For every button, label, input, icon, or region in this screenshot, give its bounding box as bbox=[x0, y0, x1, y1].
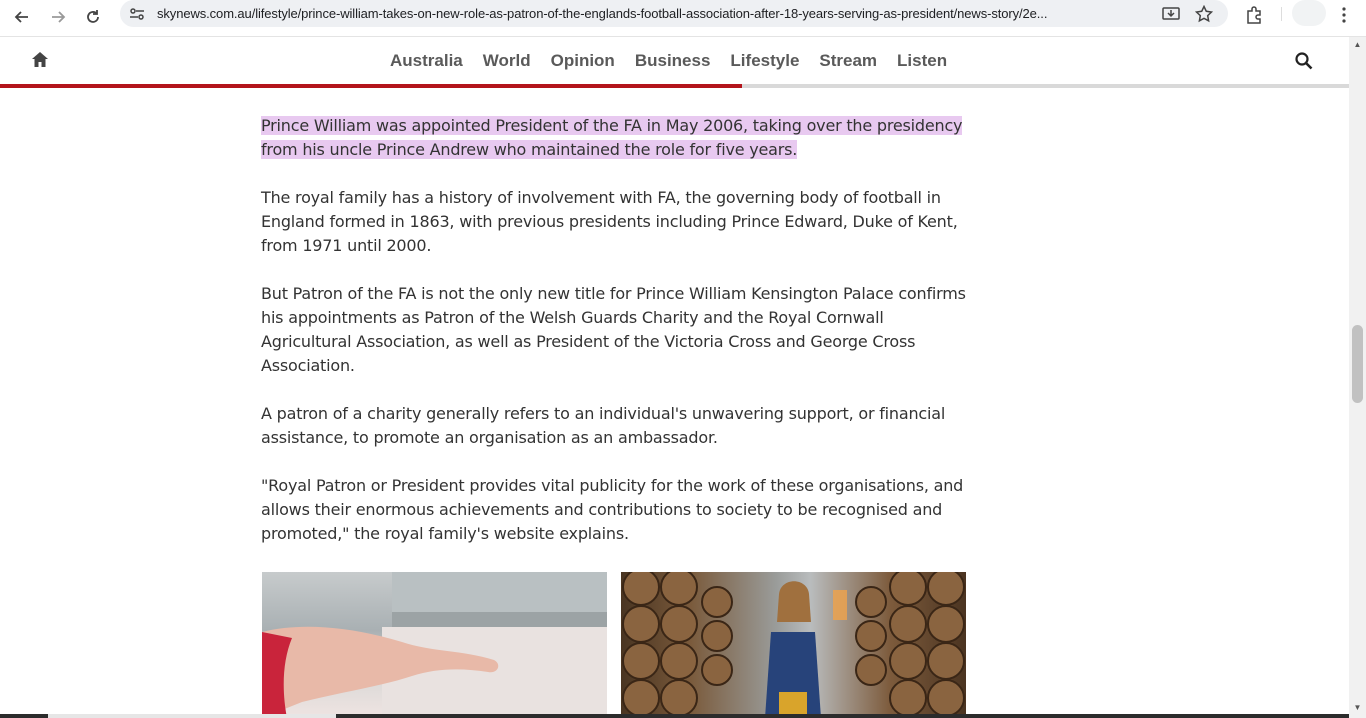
bookmark-star-icon[interactable] bbox=[1193, 3, 1215, 25]
promo-image-row bbox=[262, 572, 966, 718]
site-settings-icon[interactable] bbox=[128, 5, 146, 23]
reading-progress-bar bbox=[0, 84, 1349, 88]
article-paragraph: But Patron of the FA is not the only new… bbox=[261, 284, 966, 375]
nav-stream[interactable]: Stream bbox=[819, 51, 877, 71]
nav-opinion[interactable]: Opinion bbox=[551, 51, 615, 71]
highlighted-text: Prince William was appointed President o… bbox=[261, 116, 963, 159]
extensions-icon[interactable] bbox=[1241, 3, 1267, 27]
promo-image-wine-cellar[interactable] bbox=[621, 572, 966, 718]
search-icon[interactable] bbox=[1294, 51, 1314, 71]
article-body: Prince William was appointed President o… bbox=[261, 114, 967, 570]
nav-lifestyle[interactable]: Lifestyle bbox=[730, 51, 799, 71]
address-bar[interactable]: skynews.com.au/lifestyle/prince-william-… bbox=[120, 0, 1228, 27]
page-scrollbar[interactable]: ▲ ▼ bbox=[1349, 37, 1366, 718]
reload-icon[interactable] bbox=[79, 3, 107, 31]
reading-progress-fill bbox=[0, 84, 742, 88]
nav-world[interactable]: World bbox=[483, 51, 531, 71]
nav-business[interactable]: Business bbox=[635, 51, 711, 71]
site-header: Australia World Opinion Business Lifesty… bbox=[0, 37, 1349, 89]
home-icon[interactable] bbox=[30, 50, 50, 70]
scroll-thumb[interactable] bbox=[1352, 325, 1363, 403]
article-paragraph: Prince William was appointed President o… bbox=[261, 114, 967, 162]
url-text[interactable]: skynews.com.au/lifestyle/prince-william-… bbox=[157, 5, 1152, 22]
toolbar-divider bbox=[1281, 7, 1282, 21]
promo-image-window-mould[interactable] bbox=[262, 572, 607, 718]
forward-arrow-icon[interactable] bbox=[44, 3, 72, 31]
scroll-up-arrow-icon[interactable]: ▲ bbox=[1353, 41, 1362, 49]
browser-toolbar: skynews.com.au/lifestyle/prince-william-… bbox=[0, 0, 1366, 37]
main-nav: Australia World Opinion Business Lifesty… bbox=[390, 51, 967, 71]
install-app-icon[interactable] bbox=[1160, 3, 1182, 25]
back-arrow-icon[interactable] bbox=[8, 3, 36, 31]
article-paragraph: The royal family has a history of involv… bbox=[261, 188, 958, 255]
scroll-down-arrow-icon[interactable]: ▼ bbox=[1353, 704, 1362, 712]
bottom-bar bbox=[0, 714, 1349, 718]
kebab-menu-icon[interactable] bbox=[1331, 3, 1357, 27]
nav-listen[interactable]: Listen bbox=[897, 51, 947, 71]
article-paragraph: "Royal Patron or President provides vita… bbox=[261, 476, 964, 543]
profile-avatar[interactable] bbox=[1292, 0, 1326, 26]
nav-australia[interactable]: Australia bbox=[390, 51, 463, 71]
article-paragraph: A patron of a charity generally refers t… bbox=[261, 404, 946, 447]
